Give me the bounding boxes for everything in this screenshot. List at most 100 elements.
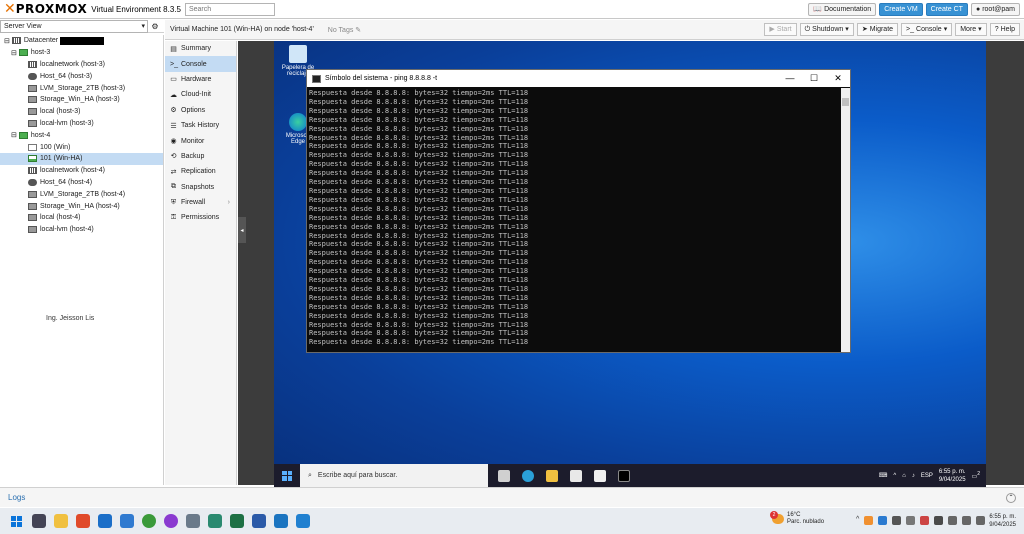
nav-item-console[interactable]: >_ Console	[165, 56, 236, 72]
file-explorer-icon[interactable]	[546, 469, 558, 482]
user-menu-button[interactable]: ● root@pam	[970, 2, 1020, 16]
tree-item[interactable]: 100 (Win)	[0, 141, 163, 153]
settings-icon[interactable]	[186, 514, 200, 528]
cmd-scrollbar[interactable]	[841, 88, 850, 352]
host-clock[interactable]: 6:55 p. m. 9/04/2025	[989, 513, 1016, 529]
vm-search-box[interactable]: ⌕ Escribe aquí para buscar.	[300, 464, 488, 487]
nav-item-permissions[interactable]: ⚿ Permissions	[165, 210, 236, 225]
collapse-icon[interactable]: ⊟	[11, 49, 17, 57]
windows-start-icon[interactable]	[11, 515, 22, 527]
tree-item-datacenter[interactable]: ⊟ Datacenter	[0, 35, 163, 47]
documentation-button[interactable]: 📖 Documentation	[808, 2, 877, 16]
nav-item-task-history[interactable]: ☰ Task History	[165, 118, 236, 133]
tray-cloud-icon[interactable]	[892, 516, 902, 525]
excel-icon[interactable]	[230, 514, 244, 528]
task-view-icon[interactable]	[498, 469, 510, 482]
more-button[interactable]: More ▾	[955, 23, 987, 36]
tree-item[interactable]: Storage_Win_HA (host-3)	[0, 94, 163, 106]
cmd-taskbar-icon[interactable]	[618, 469, 630, 482]
nav-item-summary[interactable]: ▤ Summary	[165, 41, 236, 56]
tray-shield-icon[interactable]	[920, 516, 930, 525]
tree-item[interactable]: Storage_Win_HA (host-4)	[0, 200, 163, 212]
taskview-icon[interactable]	[32, 514, 46, 528]
create-vm-button[interactable]: Create VM	[879, 2, 923, 16]
tags-label[interactable]: No Tags ✎	[328, 26, 361, 34]
vm-clock[interactable]: 6:55 p. m. 9/04/2025	[939, 468, 966, 484]
create-ct-button[interactable]: Create CT	[925, 2, 968, 16]
mail-icon[interactable]	[594, 469, 606, 482]
vscode-icon[interactable]	[296, 514, 310, 528]
volume-icon[interactable]	[962, 516, 972, 525]
nav-item-backup[interactable]: ⟲ Backup	[165, 149, 236, 164]
command-prompt-window[interactable]: Símbolo del sistema - ping 8.8.8.8 -t — …	[306, 69, 851, 353]
tree-item[interactable]: local (host-3)	[0, 106, 163, 118]
chrome-icon[interactable]	[142, 514, 156, 528]
console-button[interactable]: >_ Console ▾	[901, 23, 953, 36]
word-icon[interactable]	[252, 514, 266, 528]
vm-start-button[interactable]	[274, 470, 300, 481]
battery-icon[interactable]	[976, 516, 986, 525]
brave-icon[interactable]	[76, 514, 90, 528]
expand-logs-icon[interactable]: ⌃	[1006, 492, 1016, 503]
language-indicator[interactable]: ESP	[921, 473, 933, 479]
tree-item[interactable]: ⊟ host-3	[0, 47, 163, 59]
keyboard-icon[interactable]: ⌨	[879, 472, 888, 479]
tree-item[interactable]: local-lvm (host-3)	[0, 118, 163, 130]
outlook-2-icon[interactable]	[120, 514, 134, 528]
remote-icon[interactable]	[208, 514, 222, 528]
tree-item[interactable]: local (host-4)	[0, 212, 163, 224]
collapse-icon[interactable]: ⊟	[11, 131, 17, 139]
outlook-icon[interactable]	[98, 514, 112, 528]
nav-item-snapshots[interactable]: ⧉ Snapshots	[165, 180, 236, 195]
nav-item-hardware[interactable]: ▭ Hardware	[165, 72, 236, 87]
tray-camera-icon[interactable]	[906, 516, 916, 525]
proxmox-logo[interactable]: ✕ PROXMOX	[4, 0, 87, 19]
migrate-button[interactable]: ➤ Migrate	[856, 23, 899, 36]
wifi-icon[interactable]	[948, 516, 958, 525]
nav-item-options[interactable]: ⚙ Options	[165, 103, 236, 118]
logs-title[interactable]: Logs	[8, 493, 25, 502]
minimize-button[interactable]: —	[778, 73, 802, 84]
nav-item-monitor[interactable]: ◉ Monitor	[165, 133, 236, 148]
tree-item[interactable]: LVM_Storage_2TB (host-3)	[0, 82, 163, 94]
tree-item[interactable]: localnetwork (host-4)	[0, 165, 163, 177]
cmd-output[interactable]: Respuesta desde 8.8.8.8: bytes=32 tiempo…	[307, 88, 840, 352]
tree-item[interactable]: LVM_Storage_2TB (host-4)	[0, 188, 163, 200]
shutdown-button[interactable]: ⏻ Shutdown ▾	[799, 23, 854, 36]
scroll-thumb[interactable]	[842, 98, 849, 106]
edge-taskbar-icon[interactable]	[522, 469, 534, 482]
maximize-button[interactable]: ☐	[802, 73, 826, 84]
chevron-up-icon[interactable]: ^	[893, 473, 896, 479]
tree-item[interactable]: localnetwork (host-3)	[0, 59, 163, 71]
explorer-icon[interactable]	[54, 514, 68, 528]
start-button[interactable]: ▶ Start	[764, 23, 797, 36]
tray-vpn-icon[interactable]	[878, 516, 888, 525]
teams-icon[interactable]	[274, 514, 288, 528]
gear-icon[interactable]: ⚙	[148, 20, 162, 33]
tree-item[interactable]: Host_64 (host-3)	[0, 70, 163, 82]
store-icon[interactable]	[570, 469, 582, 482]
search-input[interactable]: Search	[184, 2, 275, 16]
tree-item[interactable]: Host_64 (host-4)	[0, 177, 163, 189]
tree-item[interactable]: 101 (Win-HA)	[0, 152, 163, 165]
nav-item-firewall[interactable]: ⛨ Firewall ›	[165, 195, 236, 210]
network-icon[interactable]: ⌂	[902, 473, 906, 479]
view-select[interactable]: Server View ▾	[0, 19, 148, 33]
collapse-icon[interactable]: ⊟	[4, 37, 10, 45]
chevron-up-icon[interactable]: ^	[856, 516, 859, 525]
weather-widget[interactable]: 2 16°C Parc. nublado	[770, 511, 824, 526]
tray-app2-icon[interactable]	[934, 516, 944, 525]
help-button[interactable]: ? Help	[989, 23, 1020, 36]
tray-app-icon[interactable]	[864, 516, 874, 525]
notification-icon[interactable]: ▭2	[972, 471, 980, 480]
cmd-titlebar[interactable]: Símbolo del sistema - ping 8.8.8.8 -t — …	[307, 70, 850, 87]
nav-item-replication[interactable]: ⇄ Replication	[165, 164, 236, 179]
vm-desktop[interactable]: Papelera de reciclaje Microsoft Edge Sím…	[274, 41, 986, 487]
nav-item-cloud-init[interactable]: ☁ Cloud-Init	[165, 87, 236, 102]
tree-item[interactable]: ⊟ host-4	[0, 129, 163, 141]
console-side-toggle[interactable]: ◂	[238, 217, 246, 243]
tree-item[interactable]: local-lvm (host-4)	[0, 224, 163, 236]
close-button[interactable]: ✕	[826, 73, 850, 84]
app-icon[interactable]	[164, 514, 178, 528]
volume-icon[interactable]: ♪	[912, 473, 915, 479]
